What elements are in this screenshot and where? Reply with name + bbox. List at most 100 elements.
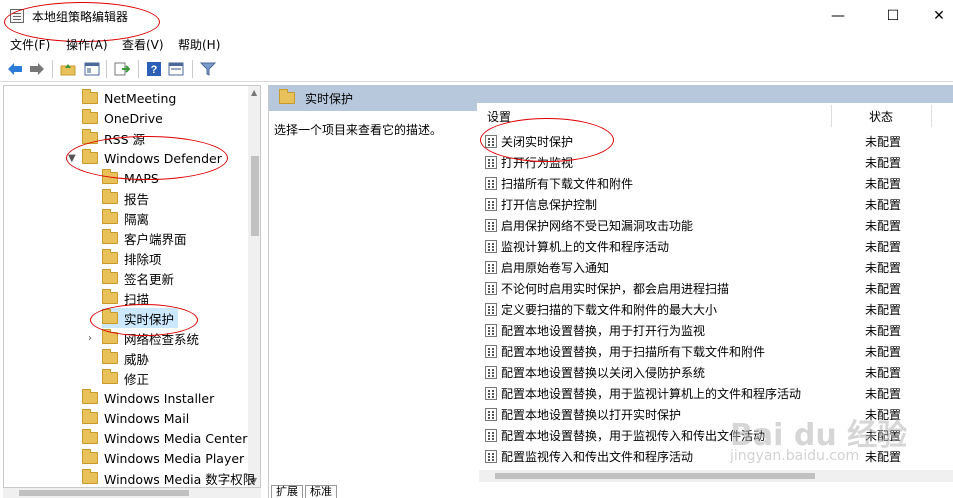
tree-item[interactable]: 报告 xyxy=(102,188,153,208)
setting-name: 定义要扫描的下载文件和附件的最大大小 xyxy=(501,303,718,317)
tab-standard[interactable]: 标准 xyxy=(305,485,337,498)
tree-item[interactable]: 客户端界面 xyxy=(102,228,191,248)
tree-item-label: Windows Media 数字权限 xyxy=(104,471,256,487)
folder-icon xyxy=(82,129,98,144)
tree-item[interactable]: ▼ Windows Defender xyxy=(68,148,226,168)
column-header-state[interactable]: 状态 xyxy=(869,103,893,129)
collapsed-arrow-icon[interactable]: › xyxy=(88,333,92,344)
menu-action[interactable]: 操作(A) xyxy=(66,36,108,53)
up-folder-icon[interactable] xyxy=(58,59,78,79)
folder-icon xyxy=(102,369,118,384)
list-item[interactable]: 启用原始卷写入通知 未配置 xyxy=(477,257,953,278)
tree-item[interactable]: OneDrive xyxy=(82,108,167,128)
policy-setting-icon xyxy=(485,135,497,148)
expanded-arrow-icon[interactable]: ▼ xyxy=(68,153,76,164)
setting-state: 未配置 xyxy=(865,324,902,338)
policy-setting-icon xyxy=(485,345,497,358)
folder-icon xyxy=(82,149,98,164)
filter-icon[interactable] xyxy=(198,59,218,79)
list-item[interactable]: 配置本地设置替换，用于监视计算机上的文件和程序活动 未配置 xyxy=(477,383,953,404)
list-item[interactable]: 打开行为监视 未配置 xyxy=(477,152,953,173)
list-item[interactable]: 配置本地设置替换，用于打开行为监视 未配置 xyxy=(477,320,953,341)
tree-item[interactable]: 隔离 xyxy=(102,208,153,228)
watermark-sub: jingyan.baidu.com xyxy=(730,448,860,464)
help-icon[interactable]: ? xyxy=(144,59,164,79)
tree-item[interactable]: Windows Media Player xyxy=(82,448,248,468)
list-item[interactable]: 关闭实时保护 未配置 xyxy=(477,131,953,152)
menu-bar: 文件(F) 操作(A) 查看(V) 帮助(H) xyxy=(0,34,953,54)
list-item[interactable]: 定义要扫描的下载文件和附件的最大大小 未配置 xyxy=(477,299,953,320)
window-title: 本地组策略编辑器 xyxy=(32,10,129,24)
setting-state: 未配置 xyxy=(865,156,902,170)
setting-name: 打开信息保护控制 xyxy=(501,198,598,212)
list-horizontal-scrollbar[interactable] xyxy=(479,470,953,482)
tree-item[interactable]: 扫描 xyxy=(102,288,153,308)
policy-setting-icon xyxy=(485,240,497,253)
list-item[interactable]: 监视计算机上的文件和程序活动 未配置 xyxy=(477,236,953,257)
list-item[interactable]: 配置本地设置替换以关闭入侵防护系统 未配置 xyxy=(477,362,953,383)
policy-setting-icon xyxy=(485,219,497,232)
menu-file[interactable]: 文件(F) xyxy=(10,36,50,53)
policy-setting-icon xyxy=(485,408,497,421)
tree-item-label: OneDrive xyxy=(104,110,163,126)
maximize-button[interactable]: ☐ xyxy=(870,0,916,32)
tree-item[interactable]: MAPS xyxy=(102,168,163,188)
setting-name: 启用保护网络不受已知漏洞攻击功能 xyxy=(501,219,694,233)
tree-item-label: 隔离 xyxy=(124,211,150,227)
export-list-icon[interactable] xyxy=(112,59,132,79)
policy-setting-icon xyxy=(485,156,497,169)
policy-setting-icon xyxy=(485,387,497,400)
tree-item[interactable]: Windows Mail xyxy=(82,408,193,428)
tree-horizontal-scrollbar[interactable] xyxy=(3,488,261,498)
folder-icon xyxy=(82,109,98,124)
tree-item-label: 排除项 xyxy=(124,251,162,267)
properties-icon[interactable] xyxy=(166,59,186,79)
menu-view[interactable]: 查看(V) xyxy=(122,36,164,53)
setting-name: 配置本地设置替换以关闭入侵防护系统 xyxy=(501,366,706,380)
tree-item-label: 网络检查系统 xyxy=(124,331,200,347)
show-tree-icon[interactable] xyxy=(82,59,102,79)
tree-item[interactable]: 修正 xyxy=(102,368,153,388)
policy-setting-icon xyxy=(485,261,497,274)
tree-item-label: RSS 源 xyxy=(104,131,146,147)
tree-pane[interactable]: ▲ ▼ NetMeeting OneDrive RSS 源 ▼ Windows Defe… xyxy=(3,85,261,488)
tab-extended[interactable]: 扩展 xyxy=(271,485,303,498)
list-item[interactable]: 配置本地设置替换，用于扫描所有下载文件和附件 未配置 xyxy=(477,341,953,362)
column-header-setting[interactable]: 设置 xyxy=(487,103,511,129)
tree-item[interactable]: RSS 源 xyxy=(82,128,149,148)
tree-item[interactable]: Windows Media Center xyxy=(82,428,251,448)
tree-item[interactable]: NetMeeting xyxy=(82,88,180,108)
menu-help[interactable]: 帮助(H) xyxy=(178,36,220,53)
tree-item[interactable]: 签名更新 xyxy=(102,268,178,288)
policy-setting-icon xyxy=(485,366,497,379)
close-button[interactable]: ✕ xyxy=(916,0,953,32)
list-item[interactable]: 不论何时启用实时保护，都会启用进程扫描 未配置 xyxy=(477,278,953,299)
policy-setting-icon xyxy=(485,450,497,463)
list-item[interactable]: 打开信息保护控制 未配置 xyxy=(477,194,953,215)
view-tabs: 扩展 标准 xyxy=(269,485,337,498)
tree-item[interactable]: Windows Media 数字权限 xyxy=(82,468,259,487)
tree-item[interactable]: 威胁 xyxy=(102,348,153,368)
title-bar: 本地组策略编辑器 — ☐ ✕ xyxy=(0,0,953,32)
tree-item-label: Windows Installer xyxy=(104,390,215,406)
folder-icon xyxy=(102,209,118,224)
tree-item[interactable]: › 网络检查系统 xyxy=(88,328,203,348)
forward-arrow-icon[interactable] xyxy=(27,59,47,79)
tree-item[interactable]: 排除项 xyxy=(102,248,166,268)
setting-state: 未配置 xyxy=(865,366,902,380)
minimize-button[interactable]: — xyxy=(815,0,861,32)
setting-state: 未配置 xyxy=(865,177,902,191)
app-icon xyxy=(10,9,24,23)
back-arrow-icon[interactable] xyxy=(5,59,25,79)
setting-name: 打开行为监视 xyxy=(501,156,574,170)
details-header-title: 实时保护 xyxy=(305,91,354,106)
list-item[interactable]: 扫描所有下载文件和附件 未配置 xyxy=(477,173,953,194)
tree-item[interactable]: Windows Installer xyxy=(82,388,218,408)
tree-item-label: 扫描 xyxy=(124,291,150,307)
policy-setting-icon xyxy=(485,177,497,190)
list-item[interactable]: 启用保护网络不受已知漏洞攻击功能 未配置 xyxy=(477,215,953,236)
folder-icon xyxy=(82,409,98,424)
tree-item-label: MAPS xyxy=(124,170,159,186)
tree-item-label: Windows Media Player xyxy=(104,450,245,466)
tree-item[interactable]: 实时保护 xyxy=(102,308,179,328)
